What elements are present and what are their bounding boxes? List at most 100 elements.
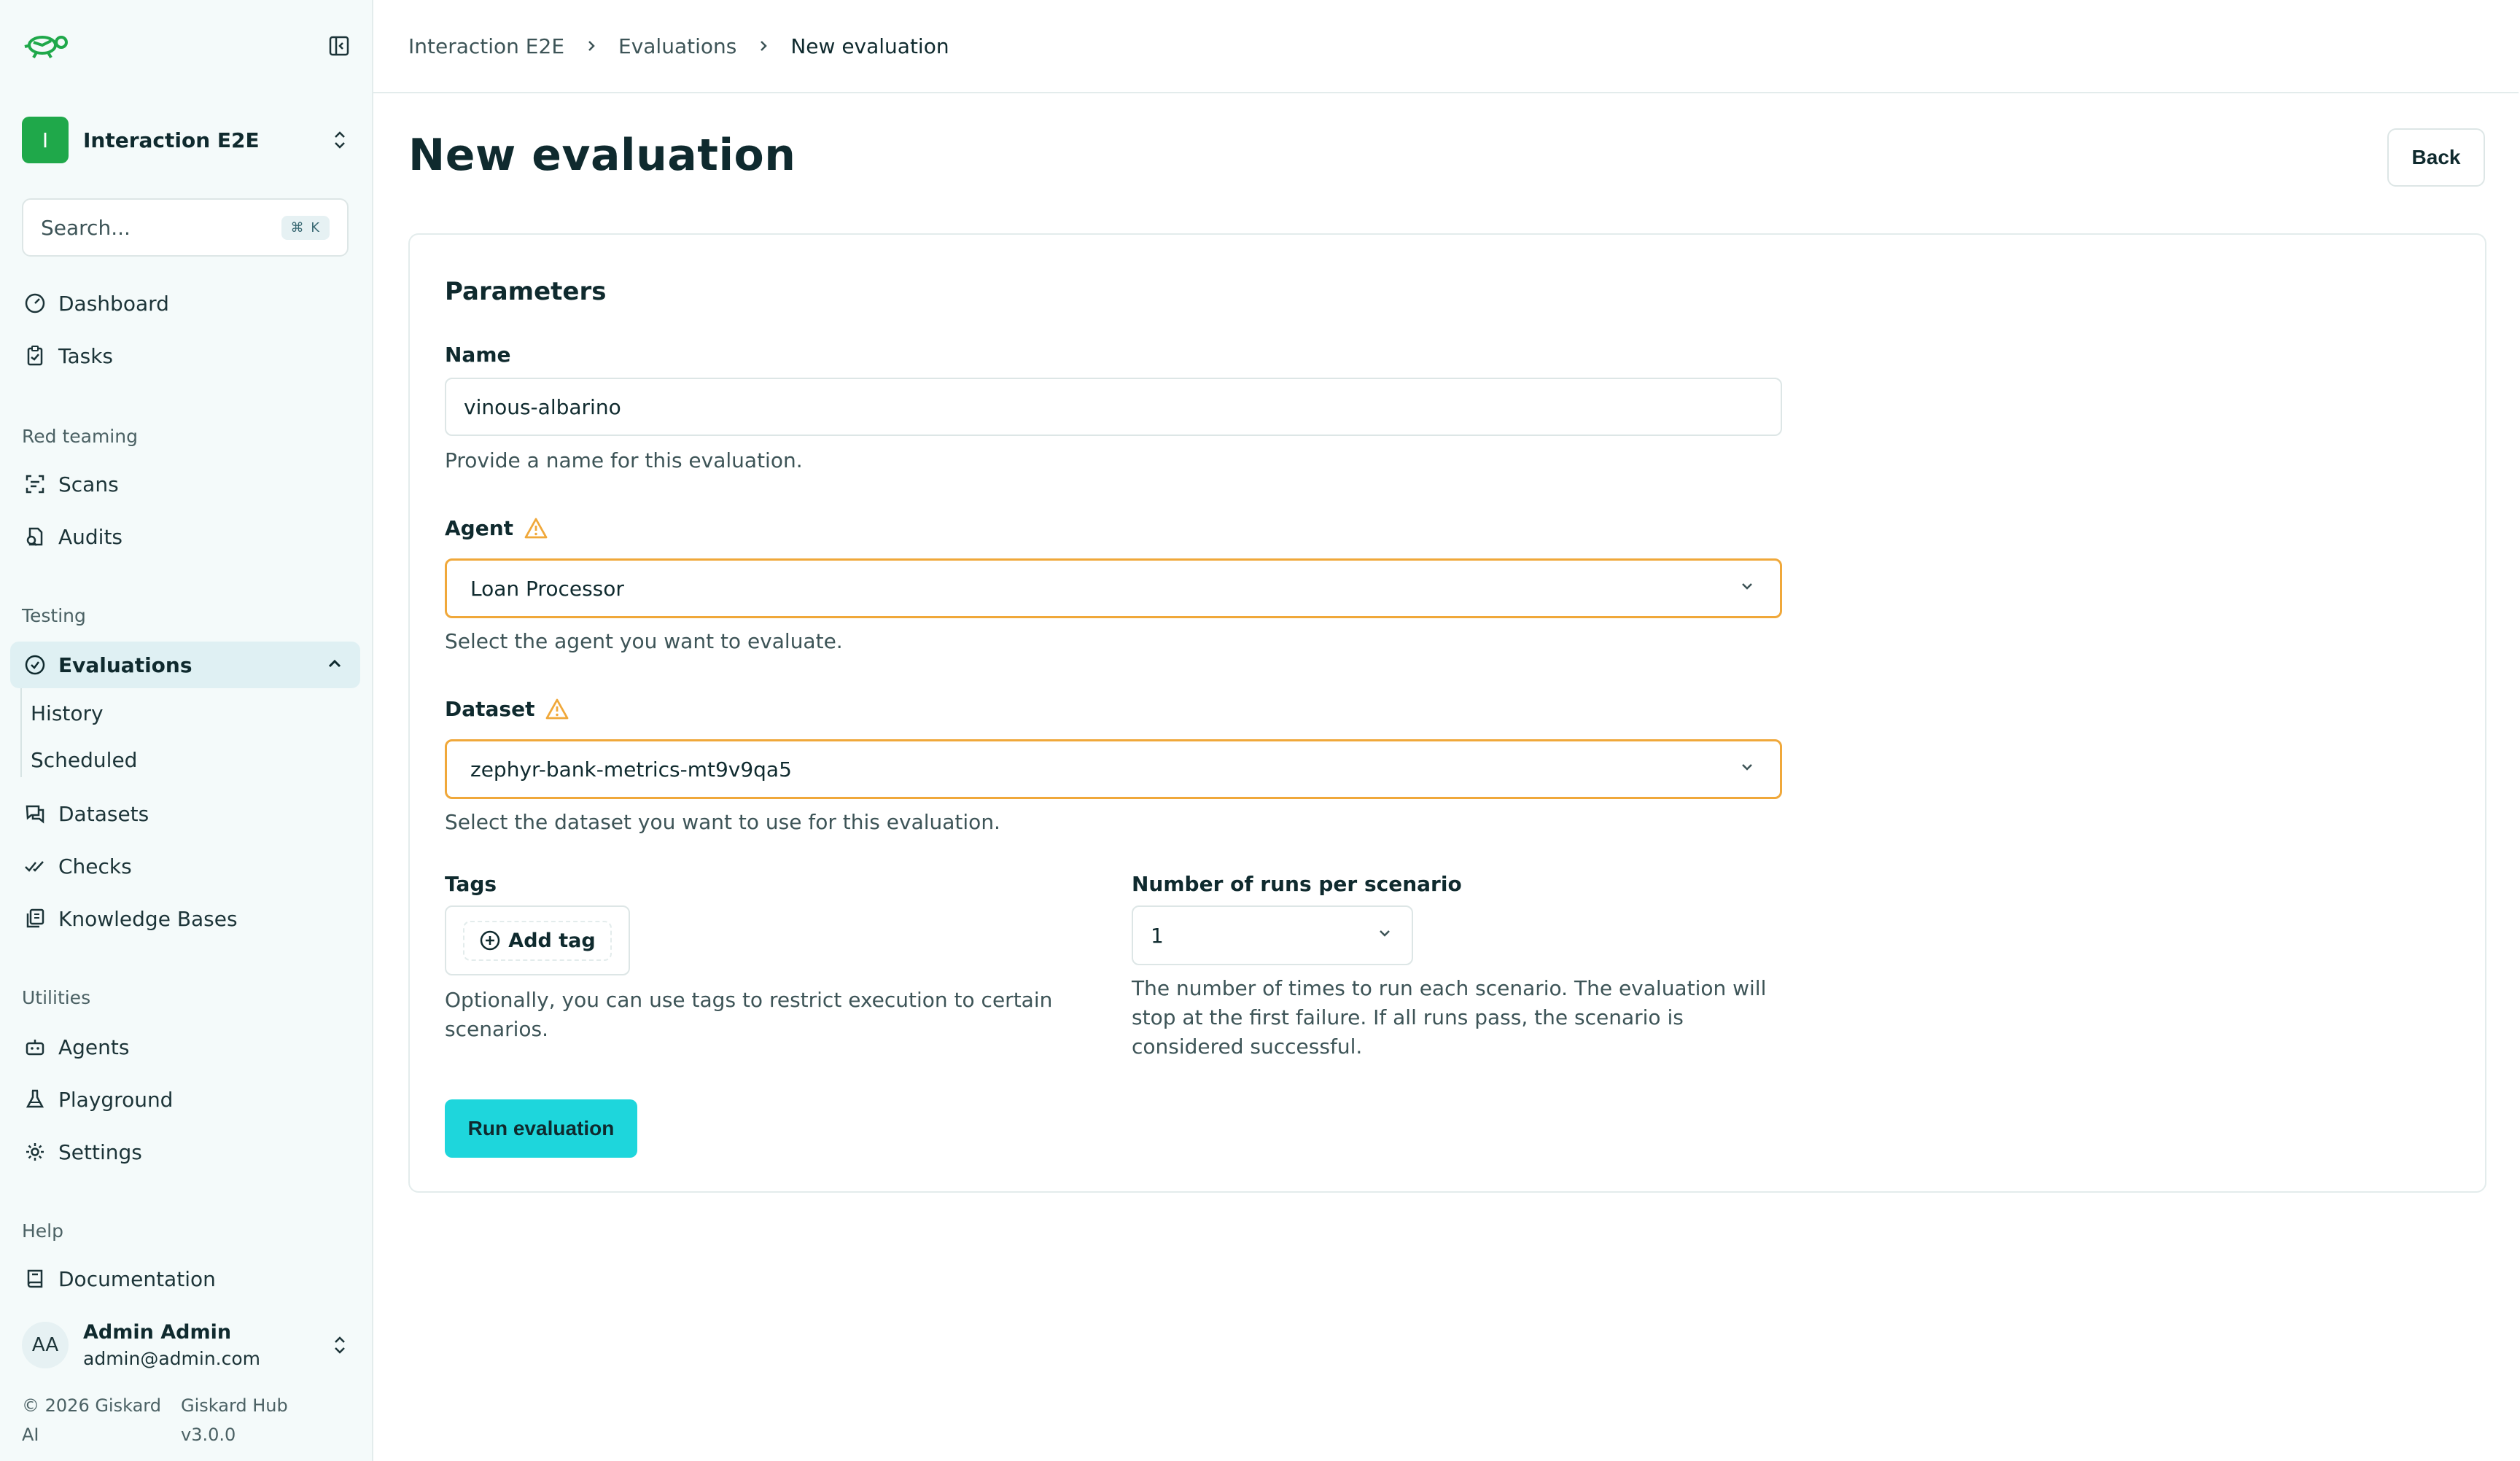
name-field[interactable]: vinous-albarino	[445, 378, 1782, 436]
parameters-card: Parameters Name vinous-albarino Provide …	[408, 233, 2486, 1193]
dataset-label-text: Dataset	[445, 697, 535, 721]
sidebar-item-tasks[interactable]: Tasks	[10, 332, 360, 379]
scans-icon	[23, 472, 47, 496]
flask-icon	[23, 1088, 47, 1111]
sidebar-item-label: Knowledge Bases	[58, 906, 238, 931]
runs-select-value: 1	[1151, 923, 1164, 948]
chevron-down-icon	[1375, 924, 1394, 948]
user-menu[interactable]: AA Admin Admin admin@admin.com	[22, 1312, 350, 1378]
sidebar-item-playground[interactable]: Playground	[10, 1076, 360, 1123]
breadcrumb-item-current: New evaluation	[790, 34, 949, 58]
chevron-right-icon	[585, 38, 598, 54]
back-button[interactable]: Back	[2387, 128, 2485, 187]
agent-select[interactable]: Loan Processor	[445, 558, 1782, 618]
knowledge-bases-icon	[23, 907, 47, 930]
section-label-help: Help	[22, 1220, 63, 1242]
sidebar-item-label: Audits	[58, 524, 123, 549]
dataset-select-value: zephyr-bank-metrics-mt9v9qa5	[470, 757, 792, 782]
tags-label-text: Tags	[445, 872, 497, 896]
sidebar-subitem-history[interactable]: History	[31, 701, 104, 725]
agent-help: Select the agent you want to evaluate.	[445, 629, 843, 653]
tags-label: Tags	[445, 872, 497, 896]
book-icon	[23, 1267, 47, 1290]
tasks-icon	[23, 344, 47, 367]
search-shortcut-badge: ⌘ K	[281, 215, 330, 240]
section-label-testing: Testing	[22, 605, 86, 626]
tags-help: Optionally, you can use tags to restrict…	[445, 988, 1053, 1041]
agent-label-text: Agent	[445, 516, 514, 540]
warning-icon	[524, 517, 548, 540]
search-placeholder: Search...	[41, 215, 131, 240]
sidebar-item-settings[interactable]: Settings	[10, 1129, 360, 1175]
sidebar-item-agents[interactable]: Agents	[10, 1024, 360, 1070]
card-title: Parameters	[445, 277, 607, 306]
sidebar-item-dashboard[interactable]: Dashboard	[10, 280, 360, 327]
dataset-help: Select the dataset you want to use for t…	[445, 810, 1000, 834]
sidebar-subitem-scheduled[interactable]: Scheduled	[31, 748, 137, 772]
sidebar-item-label: Checks	[58, 854, 132, 878]
section-label-utilities: Utilities	[22, 987, 91, 1008]
audits-icon	[23, 525, 47, 548]
runs-label-text: Number of runs per scenario	[1132, 872, 1462, 896]
sidebar-item-datasets[interactable]: Datasets	[10, 790, 360, 837]
project-switcher[interactable]: I Interaction E2E	[22, 117, 350, 163]
run-evaluation-button[interactable]: Run evaluation	[445, 1099, 637, 1158]
datasets-icon	[23, 802, 47, 825]
agents-icon	[23, 1035, 47, 1059]
checks-icon	[23, 854, 47, 878]
dataset-select[interactable]: zephyr-bank-metrics-mt9v9qa5	[445, 739, 1782, 799]
sidebar-item-label: Settings	[58, 1139, 142, 1164]
name-help: Provide a name for this evaluation.	[445, 448, 803, 472]
project-name: Interaction E2E	[83, 128, 260, 152]
check-circle-icon	[23, 653, 47, 677]
chevron-down-icon	[1738, 577, 1757, 601]
chevron-up-down-icon	[330, 1332, 350, 1358]
footer-version: Giskard Hub v3.0.0	[181, 1395, 288, 1445]
user-email: admin@admin.com	[83, 1348, 261, 1369]
sidebar-item-knowledge-bases[interactable]: Knowledge Bases	[10, 895, 360, 942]
agent-select-value: Loan Processor	[470, 576, 624, 601]
breadcrumb: Interaction E2E Evaluations New evaluati…	[373, 0, 2519, 93]
name-label: Name	[445, 343, 511, 367]
sidebar-item-evaluations[interactable]: Evaluations	[10, 642, 360, 688]
add-tag-button[interactable]: Add tag	[463, 920, 612, 961]
collapse-sidebar-icon[interactable]	[327, 34, 351, 58]
dataset-label: Dataset	[445, 697, 569, 721]
avatar: AA	[22, 1322, 69, 1368]
user-name: Admin Admin	[83, 1321, 232, 1344]
main-content: Interaction E2E Evaluations New evaluati…	[373, 0, 2520, 1461]
breadcrumb-item-evaluations[interactable]: Evaluations	[618, 34, 736, 58]
page-title: New evaluation	[408, 130, 796, 181]
name-label-text: Name	[445, 343, 511, 367]
sidebar-item-label: Datasets	[58, 801, 149, 826]
gear-icon	[23, 1140, 47, 1164]
dashboard-icon	[23, 292, 47, 315]
search-input[interactable]: Search... ⌘ K	[22, 198, 349, 257]
project-avatar: I	[22, 117, 69, 163]
sidebar-item-label: Playground	[58, 1087, 174, 1112]
sidebar-item-label: Scans	[58, 472, 119, 496]
sidebar-item-label: Agents	[58, 1035, 130, 1059]
tags-field: Add tag	[445, 905, 630, 975]
breadcrumb-item-project[interactable]: Interaction E2E	[408, 34, 564, 58]
footer-copyright: © 2026 Giskard AI	[22, 1395, 161, 1445]
sidebar-item-label: Documentation	[58, 1266, 216, 1291]
sidebar-item-scans[interactable]: Scans	[10, 461, 360, 507]
runs-select[interactable]: 1	[1132, 905, 1413, 965]
sidebar-item-label: Evaluations	[58, 652, 192, 677]
runs-label: Number of runs per scenario	[1132, 872, 1462, 896]
giskard-logo-icon[interactable]	[22, 31, 71, 60]
chevron-up-down-icon	[330, 127, 350, 153]
sidebar-item-documentation[interactable]: Documentation	[10, 1255, 360, 1302]
chevron-right-icon	[757, 38, 770, 54]
chevron-down-icon	[1738, 757, 1757, 782]
sidebar-item-label: Dashboard	[58, 291, 169, 316]
section-label-red-teaming: Red teaming	[22, 426, 138, 447]
add-tag-label: Add tag	[508, 929, 596, 952]
sidebar: I Interaction E2E Search... ⌘ K Dashboar…	[0, 0, 373, 1461]
sidebar-item-checks[interactable]: Checks	[10, 843, 360, 889]
chevron-up-icon[interactable]	[325, 655, 344, 677]
subnav-divider	[20, 688, 22, 777]
sidebar-item-audits[interactable]: Audits	[10, 513, 360, 560]
sidebar-item-label: Tasks	[58, 343, 114, 368]
